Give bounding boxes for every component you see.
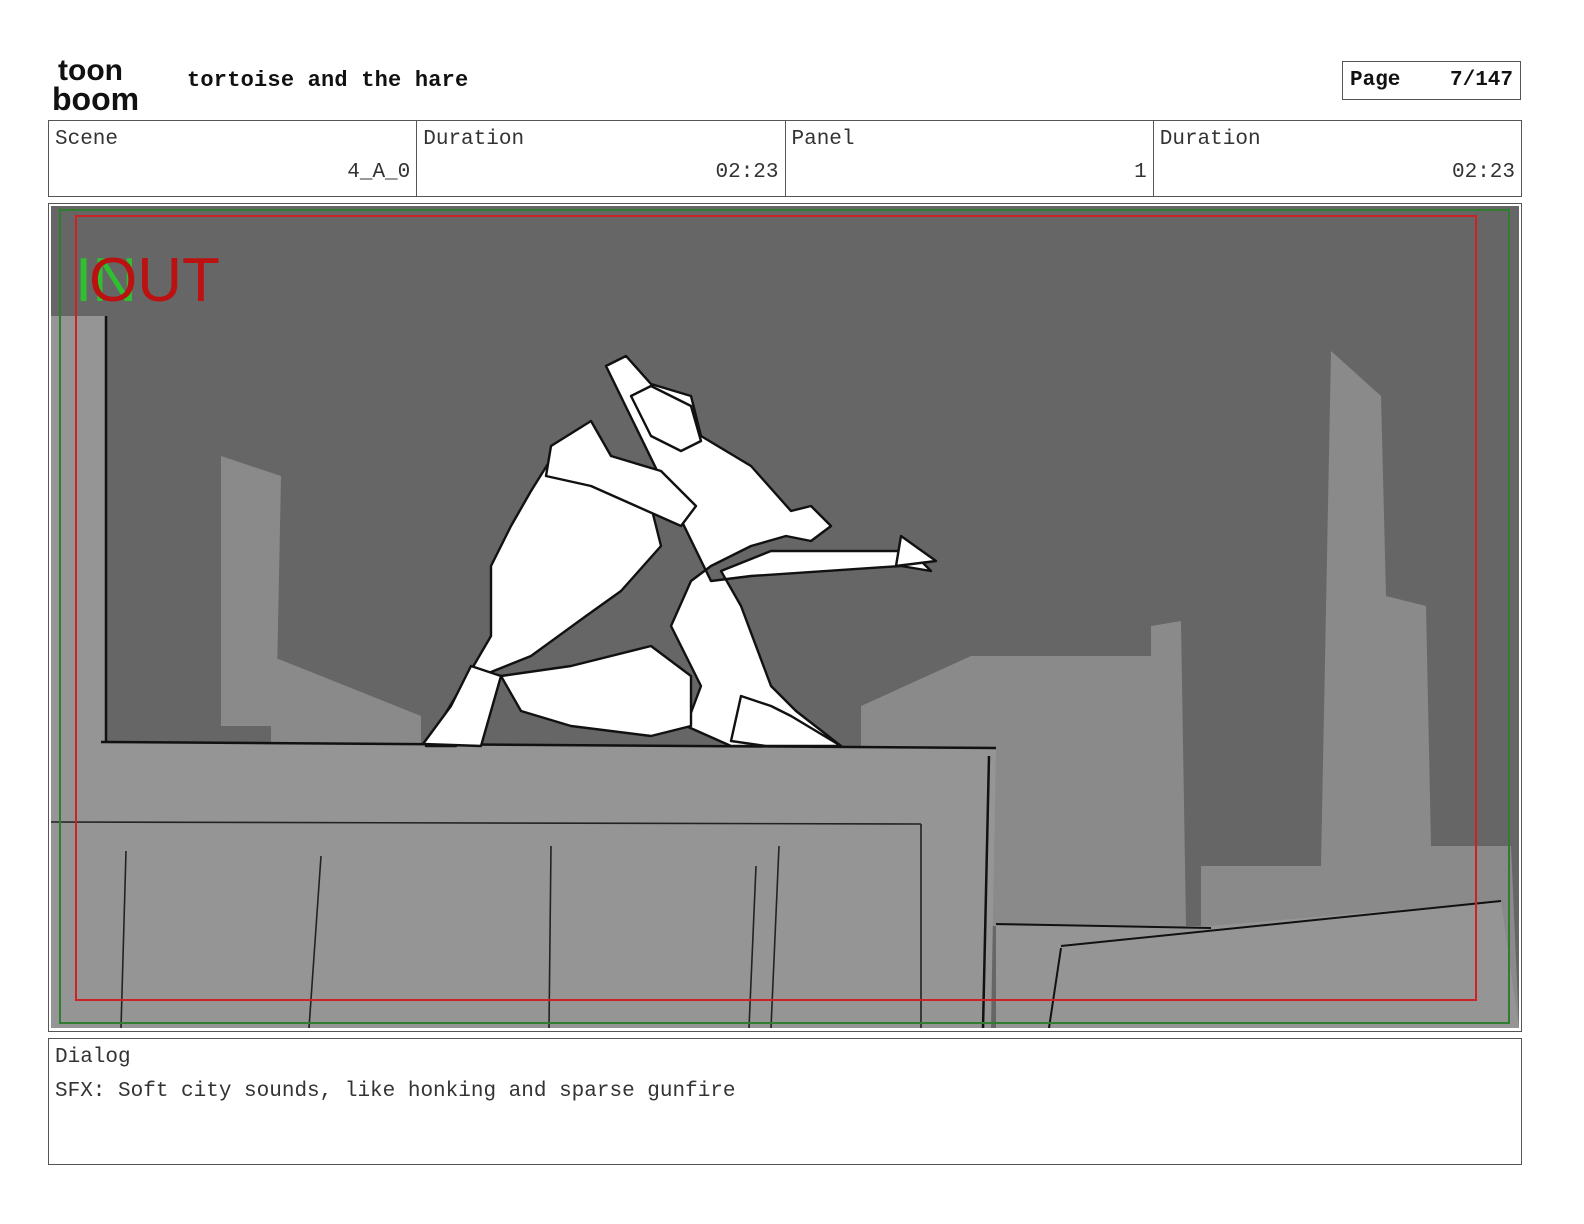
storyboard-panel-image: IN OUT xyxy=(51,206,1519,1028)
dialog-label: Dialog xyxy=(55,1046,131,1069)
panel-duration-value: 02:23 xyxy=(1451,161,1515,184)
panel-duration-label: Duration xyxy=(1159,128,1261,151)
dialog-text: SFX: Soft city sounds, like honking and … xyxy=(55,1080,736,1103)
scene-cell: Scene 4_A_0 xyxy=(49,121,418,196)
scene-value: 4_A_0 xyxy=(347,161,411,184)
svg-text:boom: boom xyxy=(52,81,139,112)
project-title: tortoise and the hare xyxy=(187,68,469,93)
scene-label: Scene xyxy=(55,128,119,151)
panel-duration-cell: Duration 02:23 xyxy=(1154,121,1521,196)
panel-cell: Panel 1 xyxy=(786,121,1154,196)
panel-label: Panel xyxy=(791,128,855,151)
rooftop xyxy=(101,741,996,1028)
scene-duration-label: Duration xyxy=(423,128,525,151)
panel-value: 1 xyxy=(1134,161,1147,184)
scene-duration-value: 02:23 xyxy=(715,161,779,184)
out-marker: OUT xyxy=(89,246,220,315)
page-number: 7/147 xyxy=(1449,69,1513,92)
panel-info-row: Scene 4_A_0 Duration 02:23 Panel 1 Durat… xyxy=(48,120,1522,197)
toon-boom-logo: toon boom xyxy=(52,54,139,112)
page-label: Page xyxy=(1350,69,1401,92)
page-indicator: Page 7/147 xyxy=(1342,61,1521,100)
scene-duration-cell: Duration 02:23 xyxy=(417,121,786,196)
dialog-box: Dialog SFX: Soft city sounds, like honki… xyxy=(48,1038,1522,1165)
